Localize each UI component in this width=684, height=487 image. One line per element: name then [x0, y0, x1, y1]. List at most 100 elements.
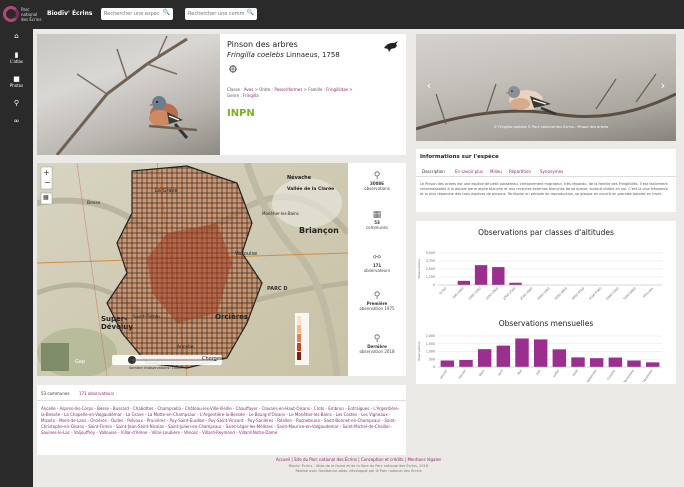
commune-search-box: 🔍 [185, 8, 257, 20]
x-tick-label: Mai [517, 369, 523, 376]
taxonomy-label: Famille : [308, 87, 325, 92]
map-label: Besse [87, 201, 101, 206]
search-icon[interactable]: 🔍 [162, 9, 171, 19]
x-tick-label: Octobre [606, 369, 616, 381]
y-tick-label: 1,250 [426, 275, 435, 279]
search-icon[interactable]: 🔍 [246, 9, 255, 19]
sidebar-item-label: L'atlas [10, 59, 23, 64]
bar [571, 357, 585, 367]
y-tick-label: 2,500 [426, 267, 435, 271]
tab-synonyms[interactable]: Synonymes [540, 169, 563, 174]
sidebar-item-atlas[interactable]: ▮ L'atlas [0, 51, 33, 64]
bar [457, 280, 471, 285]
top-bar: Parc national des Écrins Biodiv' Écrins … [0, 0, 684, 29]
tab-habitat[interactable]: Milieu [490, 169, 502, 174]
taxonomy-famille-link[interactable]: Fringillidae [326, 87, 348, 92]
footer-links[interactable]: Accueil | Site du Parc national des Écri… [33, 456, 684, 464]
stat-communes: ▦ 53 communes [348, 210, 406, 230]
sidebar-item-label: Photos [9, 83, 24, 88]
map-label: Chorges [202, 356, 223, 362]
bar [496, 345, 511, 367]
sidebar: ⌂ ▮ L'atlas ■ Photos ⚲ ∞ [0, 29, 33, 487]
tab-distribution[interactable]: Répartition [509, 169, 531, 174]
x-tick-label: 3000-3500 [536, 286, 550, 300]
x-tick-label: Altitudes [642, 286, 655, 299]
taxonomy-classe-link[interactable]: Aves [244, 87, 253, 92]
x-tick-label: Juin [534, 369, 541, 377]
x-tick-label: Février [458, 368, 468, 379]
info-title: Informations sur l'espèce [420, 154, 499, 160]
bar [440, 360, 455, 367]
bar [533, 339, 548, 367]
taxonomy-ordre-link[interactable]: Passeriformes [274, 87, 302, 92]
sidebar-item-search[interactable]: ⚲ [0, 99, 33, 107]
map-label: Ancelle [177, 345, 194, 350]
x-tick-label: Novembre [623, 369, 635, 382]
inpn-logo[interactable]: INPN [227, 108, 255, 119]
map-label: Vallouise [235, 251, 258, 257]
stat-label: observation 2018 [359, 349, 395, 354]
monthly-chart-title: Observations mensuelles [498, 319, 594, 328]
tab-divider [37, 400, 406, 401]
species-description-panel: Informations sur l'espèce Description En… [416, 149, 676, 212]
tab-description[interactable]: Description [422, 169, 445, 174]
species-photo-image [55, 35, 198, 155]
taxonomy-label: Genre : [227, 93, 242, 98]
map-label: Gap [75, 359, 86, 365]
x-tick-label: 500-1000 [452, 286, 465, 299]
sidebar-item-photos[interactable]: ■ Photos [0, 75, 33, 88]
stat-label: observations [364, 186, 390, 191]
y-axis-label: Observations [417, 259, 421, 279]
tab-communes[interactable]: 53 communes [41, 391, 69, 396]
stat-label: observation 1975 [359, 306, 395, 311]
carousel-next-button[interactable]: › [658, 79, 668, 93]
species-search-box: 🔍 [101, 8, 173, 20]
species-photo[interactable] [37, 34, 220, 155]
commune-search-input[interactable] [188, 9, 244, 19]
x-tick-label: Janvier [438, 368, 448, 380]
bar [589, 358, 604, 367]
brand-title[interactable]: Biodiv' Écrins [47, 10, 92, 17]
sidebar-item-home[interactable]: ⌂ [0, 32, 33, 40]
park-logo[interactable]: Parc national des Écrins [3, 4, 45, 24]
map-label: Super-Dévoluy [101, 315, 133, 331]
taxonomy-label: Classe : [227, 87, 243, 92]
sidebar-item-link[interactable]: ∞ [0, 117, 33, 125]
bar [645, 362, 660, 367]
zoom-out-button[interactable]: − [44, 178, 51, 188]
stat-first-observation: ⚲ Première observation 1975 [348, 291, 406, 311]
x-tick-label: Septembre [585, 369, 598, 382]
species-latin-name: Fringilla coelebs Linnaeus, 1758 [227, 51, 340, 59]
stat-label: observateurs [363, 268, 391, 273]
carousel-prev-button[interactable]: ‹ [424, 79, 434, 93]
altitude-chart-title: Observations par classes d'altitudes [478, 228, 614, 237]
tab-more[interactable]: En savoir plus [455, 169, 483, 174]
x-tick-label: Mars [478, 368, 486, 377]
taxonomy-genre-link[interactable]: Fringilla [243, 93, 259, 98]
search-icon: ⚲ [373, 291, 381, 301]
y-tick-label: 1,000 [426, 350, 435, 354]
protection-status-icon[interactable] [228, 64, 238, 74]
communes-list[interactable]: Ancelle - Aspres-lès-Corps - Besse - Bus… [41, 406, 401, 436]
photo-carousel[interactable]: ‹ › © Fringilla coelebs © Parc national … [416, 34, 676, 141]
search-icon: ⚲ [373, 171, 381, 181]
bar [627, 360, 641, 367]
map-label: Monêtier-les-Bains [262, 211, 299, 216]
species-common-name: Pinson des arbres [227, 40, 298, 49]
x-tick-label: Décembre [641, 369, 653, 382]
tab-observers[interactable]: 171 observateurs [79, 391, 114, 396]
communes-panel: 53 communes 171 observateurs Ancelle - A… [37, 385, 406, 455]
distribution-map[interactable]: + − ▦ Névache Vallée de la Clarée Brianç… [37, 163, 348, 376]
user-icon: ⚯ [373, 253, 381, 263]
species-latin-binomial: Fringilla coelebs [227, 51, 284, 59]
layers-icon[interactable]: ▦ [43, 194, 49, 201]
map-label: Névache [287, 175, 312, 181]
footer-credit-2: Réalisé avec GeoNature-atlas, développé … [295, 469, 422, 473]
y-tick-label: 500 [429, 357, 435, 361]
zoom-in-button[interactable]: + [43, 168, 50, 178]
species-search-input[interactable] [104, 9, 160, 19]
monthly-chart: Observations 2,000 1,500 1,000 500 0Janvier Fé… [417, 334, 662, 382]
bird-silhouette-icon [384, 41, 398, 52]
x-tick-label: 5500-6000 [622, 286, 636, 300]
bar [459, 360, 473, 367]
